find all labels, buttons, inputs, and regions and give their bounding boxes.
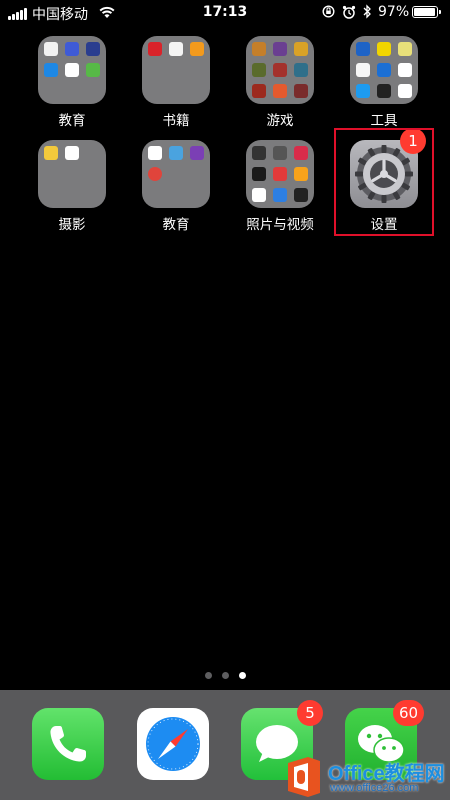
watermark-url: www.office26.com: [330, 782, 419, 794]
page-dot[interactable]: [221, 672, 229, 679]
battery-percent: 97%: [378, 4, 410, 20]
folder-education[interactable]: 教育: [24, 36, 120, 136]
folder-tools[interactable]: 工具: [336, 36, 432, 136]
app-label: 游戏: [266, 113, 294, 129]
bluetooth-icon: [363, 4, 371, 19]
page-dot-active[interactable]: [238, 672, 246, 679]
app-label: 教育: [162, 217, 190, 233]
alarm-icon: [342, 5, 356, 19]
folder-icon: [142, 36, 210, 104]
folder-icon: [246, 140, 314, 208]
folder-education-2[interactable]: 教育: [128, 140, 224, 240]
app-label: 工具: [370, 113, 398, 129]
folder-books[interactable]: 书籍: [128, 36, 224, 136]
battery-icon: [412, 6, 441, 18]
compass-icon[interactable]: [137, 708, 209, 780]
page-dot[interactable]: [204, 672, 212, 679]
folder-icon: [38, 140, 106, 208]
highlight-box: [334, 128, 434, 236]
office-logo-icon: [288, 757, 320, 797]
app-label: 照片与视频: [246, 217, 314, 233]
app-label: 教育: [58, 113, 86, 129]
watermark: Office教程网 www.office26.com: [280, 755, 450, 800]
rotation-lock-icon: [322, 5, 335, 18]
notification-badge: 60: [393, 700, 425, 726]
page-indicator[interactable]: [0, 672, 450, 679]
folder-photography[interactable]: 摄影: [24, 140, 120, 240]
notification-badge: 5: [297, 700, 323, 726]
folder-games[interactable]: 游戏: [232, 36, 328, 136]
folder-icon: [142, 140, 210, 208]
app-label: 摄影: [58, 217, 86, 233]
folder-icon: [350, 36, 418, 104]
app-label: 书籍: [162, 113, 190, 129]
phone-icon[interactable]: [32, 708, 104, 780]
folder-photo-video[interactable]: 照片与视频: [232, 140, 328, 240]
status-bar: 中国移动 17:13 97%: [0, 0, 450, 26]
folder-icon: [246, 36, 314, 104]
folder-icon: [38, 36, 106, 104]
